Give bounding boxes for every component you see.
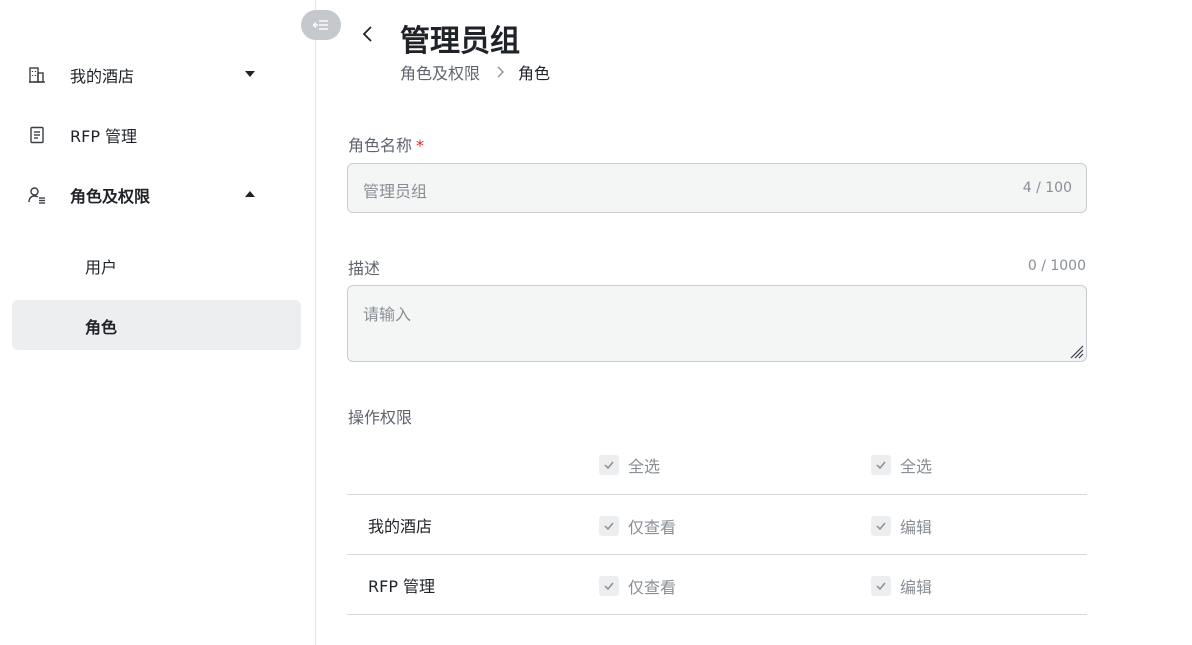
collapse-sidebar-button[interactable] xyxy=(301,10,341,40)
select-all-view-checkbox[interactable]: 全选 xyxy=(599,453,660,477)
description-label: 描述 xyxy=(348,259,381,278)
breadcrumb-current: 角色 xyxy=(518,64,551,83)
sidebar-item-users[interactable]: 用户 xyxy=(12,240,301,290)
chevron-up-icon xyxy=(245,191,255,197)
view-only-checkbox[interactable]: 仅查看 xyxy=(599,514,676,538)
chevron-left-icon xyxy=(361,25,375,47)
page-title: 管理员组 xyxy=(400,24,520,59)
breadcrumb-parent-link[interactable]: 角色及权限 xyxy=(400,60,480,84)
permission-row-label: RFP 管理 xyxy=(368,577,436,596)
required-mark: * xyxy=(416,136,425,155)
permissions-header-row: 全选 全选 xyxy=(347,434,1087,494)
sidebar-item-roles-permissions[interactable]: 角色及权限 xyxy=(12,170,301,220)
select-all-edit-checkbox[interactable]: 全选 xyxy=(871,453,932,477)
permissions-label: 操作权限 xyxy=(348,408,413,427)
role-name-input[interactable]: 管理员组 4 / 100 xyxy=(347,163,1087,213)
description-counter: 0 / 1000 xyxy=(1027,258,1086,274)
breadcrumb: 角色及权限 角色 xyxy=(400,60,550,84)
sidebar-subitem-label: 角色 xyxy=(85,318,118,337)
document-icon xyxy=(28,125,46,145)
table-divider xyxy=(347,614,1087,615)
resize-handle-icon[interactable] xyxy=(1068,343,1084,359)
role-name-label: 角色名称 * xyxy=(348,132,424,156)
edit-label: 编辑 xyxy=(900,578,933,597)
role-name-counter: 4 / 100 xyxy=(1022,180,1072,196)
sidebar-item-label: 我的酒店 xyxy=(70,67,135,86)
check-icon xyxy=(599,576,619,596)
description-placeholder: 请输入 xyxy=(363,305,412,324)
view-only-checkbox[interactable]: 仅查看 xyxy=(599,574,676,598)
role-name-label-text: 角色名称 xyxy=(348,136,413,155)
view-only-label: 仅查看 xyxy=(628,518,677,537)
check-icon xyxy=(599,516,619,536)
sidebar-subitem-label: 用户 xyxy=(85,258,118,277)
view-only-label: 仅查看 xyxy=(628,578,677,597)
select-all-label: 全选 xyxy=(900,457,933,476)
sidebar-item-roles[interactable]: 角色 xyxy=(12,300,301,350)
check-icon xyxy=(871,576,891,596)
sidebar: 我的酒店 RFP 管理 角色及权限 用户 角色 xyxy=(0,0,316,645)
check-icon xyxy=(599,455,619,475)
role-name-value: 管理员组 xyxy=(363,182,428,201)
edit-checkbox[interactable]: 编辑 xyxy=(871,574,932,598)
collapse-sidebar-icon xyxy=(312,16,330,35)
sidebar-item-rfp[interactable]: RFP 管理 xyxy=(12,110,301,160)
sidebar-item-my-hotels[interactable]: 我的酒店 xyxy=(12,50,301,100)
check-icon xyxy=(871,455,891,475)
chevron-right-icon xyxy=(494,66,506,78)
select-all-label: 全选 xyxy=(628,457,661,476)
sidebar-item-label: 角色及权限 xyxy=(70,187,151,206)
check-icon xyxy=(871,516,891,536)
edit-label: 编辑 xyxy=(900,518,933,537)
chevron-down-icon xyxy=(245,71,255,77)
back-button[interactable] xyxy=(356,24,380,48)
permission-row-label: 我的酒店 xyxy=(368,517,433,536)
table-row: 我的酒店 仅查看 编辑 xyxy=(347,494,1087,554)
edit-checkbox[interactable]: 编辑 xyxy=(871,514,932,538)
description-textarea[interactable]: 请输入 xyxy=(347,285,1087,362)
building-icon xyxy=(28,65,46,85)
sidebar-item-label: RFP 管理 xyxy=(70,127,138,146)
table-row: RFP 管理 仅查看 编辑 xyxy=(347,554,1087,614)
user-roles-icon xyxy=(28,185,46,205)
